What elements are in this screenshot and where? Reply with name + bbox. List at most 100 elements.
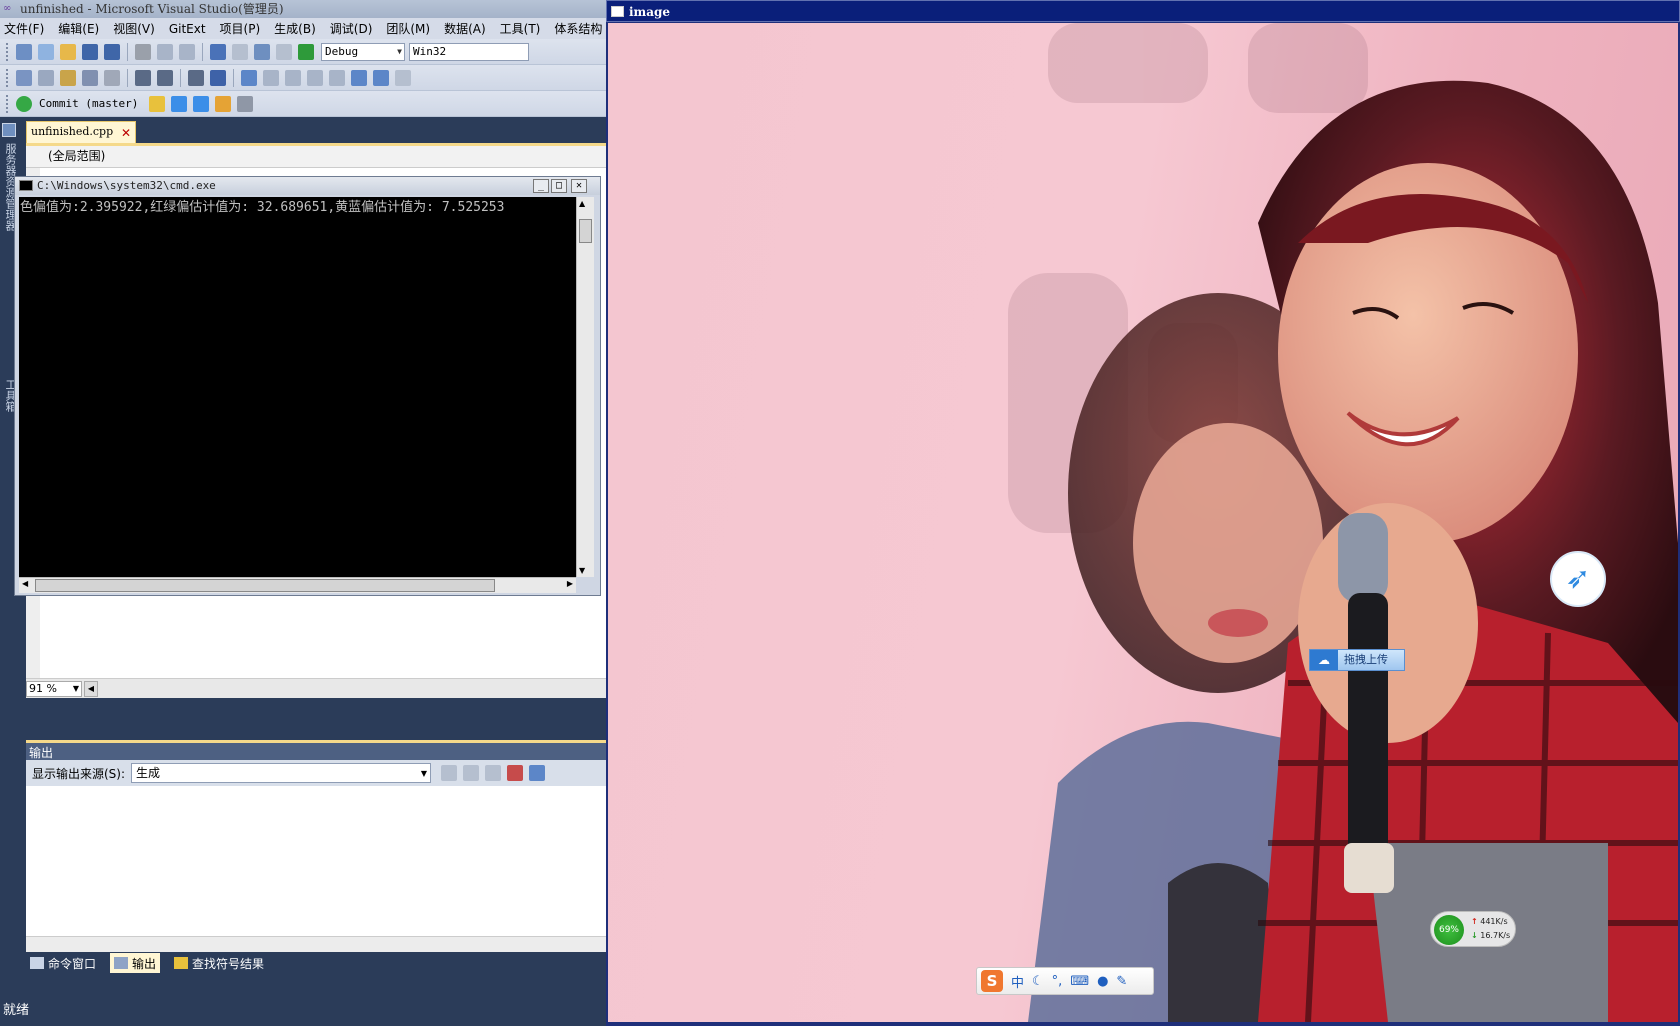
push-icon[interactable] — [193, 95, 210, 112]
image-title-bar[interactable]: image — [606, 0, 1680, 22]
upload-speed: ↑ 441K/s — [1471, 917, 1508, 926]
undo-icon[interactable] — [210, 43, 226, 60]
toolbar-grip[interactable] — [6, 94, 9, 113]
next-bookmark-icon[interactable] — [285, 69, 301, 86]
moon-icon[interactable]: ☾ — [1032, 974, 1044, 989]
close-button[interactable]: ✕ — [571, 179, 587, 193]
output-text-area[interactable] — [26, 786, 606, 936]
drag-upload-label: 拖拽上传 — [1344, 653, 1388, 666]
menu-build[interactable]: 生成(B) — [274, 20, 316, 37]
tab-output[interactable]: 输出 — [110, 953, 161, 973]
wrench-icon[interactable]: ✎ — [1116, 974, 1127, 989]
clear-bookmarks-icon[interactable] — [395, 69, 411, 86]
zoom-select[interactable]: 91 % ▼ — [26, 680, 82, 697]
previous-bookmark-in-folder-icon[interactable] — [307, 69, 323, 86]
word-completion-icon[interactable] — [82, 69, 98, 86]
zoom-bar: 91 % ▼ ◀ — [26, 678, 606, 698]
scroll-left-button[interactable]: ◀ — [84, 680, 98, 697]
uncomment-lines-icon[interactable] — [210, 69, 226, 86]
drag-upload-widget[interactable]: ☁ 拖拽上传 — [1309, 649, 1405, 671]
close-icon[interactable]: ✕ — [121, 123, 131, 143]
network-speed-widget[interactable]: 69% ↑ 441K/s ↓ 16.7K/s — [1430, 911, 1516, 947]
scroll-down-icon[interactable]: ▼ — [579, 566, 585, 575]
menu-architecture[interactable]: 体系结构 — [554, 20, 602, 37]
copy-icon[interactable] — [157, 43, 173, 60]
commit-button[interactable]: Commit (master) — [39, 97, 138, 110]
open-file-icon[interactable] — [60, 43, 76, 60]
stash-icon[interactable] — [215, 95, 232, 112]
pull-icon[interactable] — [171, 95, 188, 112]
previous-message-icon[interactable] — [463, 765, 480, 781]
parameter-info-icon[interactable] — [38, 69, 54, 86]
save-icon[interactable] — [82, 43, 98, 60]
cmd-title-text: C:\Windows\system32\cmd.exe — [37, 179, 216, 192]
list-members-icon[interactable] — [104, 69, 120, 86]
solution-platform-select[interactable]: Win32 — [409, 42, 529, 61]
save-all-icon[interactable] — [104, 43, 120, 60]
console-horizontal-scrollbar[interactable]: ◀ ▶ — [19, 577, 576, 593]
output-source-select[interactable]: 生成 ▼ — [131, 763, 432, 783]
tab-unfinished-cpp[interactable]: unfinished.cpp ✕ — [26, 121, 136, 143]
previous-bookmark-icon[interactable] — [263, 69, 279, 86]
chevron-down-icon: ▼ — [420, 769, 428, 778]
clear-all-icon[interactable] — [507, 765, 524, 781]
menu-team[interactable]: 团队(M) — [386, 20, 430, 37]
menu-project[interactable]: 项目(P) — [220, 20, 261, 37]
menu-debug[interactable]: 调试(D) — [330, 20, 373, 37]
output-horizontal-scrollbar[interactable] — [26, 936, 606, 952]
console-output[interactable]: 色偏值为:2.395922,红绿偏估计值为: 32.689651,黄蓝偏估计值为… — [19, 197, 576, 577]
paste-icon[interactable] — [179, 43, 195, 60]
maximize-button[interactable]: □ — [551, 179, 567, 193]
next-message-icon[interactable] — [485, 765, 502, 781]
download-speed: ↓ 16.7K/s — [1471, 931, 1510, 940]
toolbar-grip[interactable] — [6, 68, 9, 87]
add-item-icon[interactable] — [38, 43, 54, 60]
punctuation-icon[interactable]: °, — [1052, 974, 1063, 989]
scroll-right-icon[interactable]: ▶ — [567, 579, 573, 588]
quick-info-icon[interactable] — [60, 69, 76, 86]
redo-icon[interactable] — [232, 43, 248, 60]
new-project-icon[interactable] — [16, 43, 32, 60]
toggle-word-wrap-icon[interactable] — [529, 765, 546, 781]
previous-bookmark-in-document-icon[interactable] — [351, 69, 367, 86]
ime-mode-toggle[interactable]: 中 — [1011, 972, 1024, 991]
scroll-up-icon[interactable]: ▲ — [579, 199, 585, 208]
menu-tools[interactable]: 工具(T) — [500, 20, 541, 37]
decrease-indent-icon[interactable] — [135, 69, 151, 86]
settings-tools-icon[interactable] — [237, 95, 254, 112]
bird-float-icon[interactable]: ➶ — [1550, 551, 1606, 607]
tab-command-window[interactable]: 命令窗口 — [26, 953, 100, 973]
menu-gitext[interactable]: GitExt — [169, 22, 206, 36]
sogou-logo-icon[interactable]: S — [981, 970, 1003, 992]
menu-file[interactable]: 文件(F) — [4, 20, 44, 37]
next-bookmark-in-document-icon[interactable] — [373, 69, 389, 86]
cmd-title-bar[interactable]: C:\Windows\system32\cmd.exe _ □ ✕ — [15, 177, 600, 195]
find-message-icon[interactable] — [441, 765, 458, 781]
menu-data[interactable]: 数据(A) — [444, 20, 486, 37]
browse-folder-icon[interactable] — [149, 95, 166, 112]
scope-dropdown[interactable]: (全局范围) — [26, 146, 606, 168]
next-bookmark-in-folder-icon[interactable] — [329, 69, 345, 86]
navigate-forward-icon[interactable] — [276, 43, 292, 60]
toolbar-grip[interactable] — [6, 42, 9, 61]
minimize-button[interactable]: _ — [533, 179, 549, 193]
start-debugging-icon[interactable] — [298, 43, 314, 60]
image-title-text: image — [629, 5, 671, 19]
menu-view[interactable]: 视图(V) — [113, 20, 155, 37]
navigate-backward-icon[interactable] — [254, 43, 270, 60]
user-icon[interactable]: ● — [1097, 974, 1108, 989]
display-object-icon[interactable] — [16, 69, 32, 86]
menu-edit[interactable]: 编辑(E) — [58, 20, 99, 37]
increase-indent-icon[interactable] — [157, 69, 173, 86]
toggle-bookmark-icon[interactable] — [241, 69, 257, 86]
comment-lines-icon[interactable] — [188, 69, 204, 86]
scroll-thumb[interactable] — [579, 219, 592, 243]
keyboard-icon[interactable]: ⌨ — [1070, 974, 1089, 989]
cut-icon[interactable] — [135, 43, 151, 60]
scroll-thumb[interactable] — [35, 579, 495, 592]
tab-find-symbol-results[interactable]: 查找符号结果 — [170, 953, 268, 973]
solution-config-select[interactable]: Debug ▼ — [321, 42, 405, 61]
server-explorer-icon[interactable] — [2, 123, 16, 137]
console-vertical-scrollbar[interactable]: ▲ ▼ — [576, 197, 594, 577]
scroll-left-icon[interactable]: ◀ — [22, 579, 28, 588]
